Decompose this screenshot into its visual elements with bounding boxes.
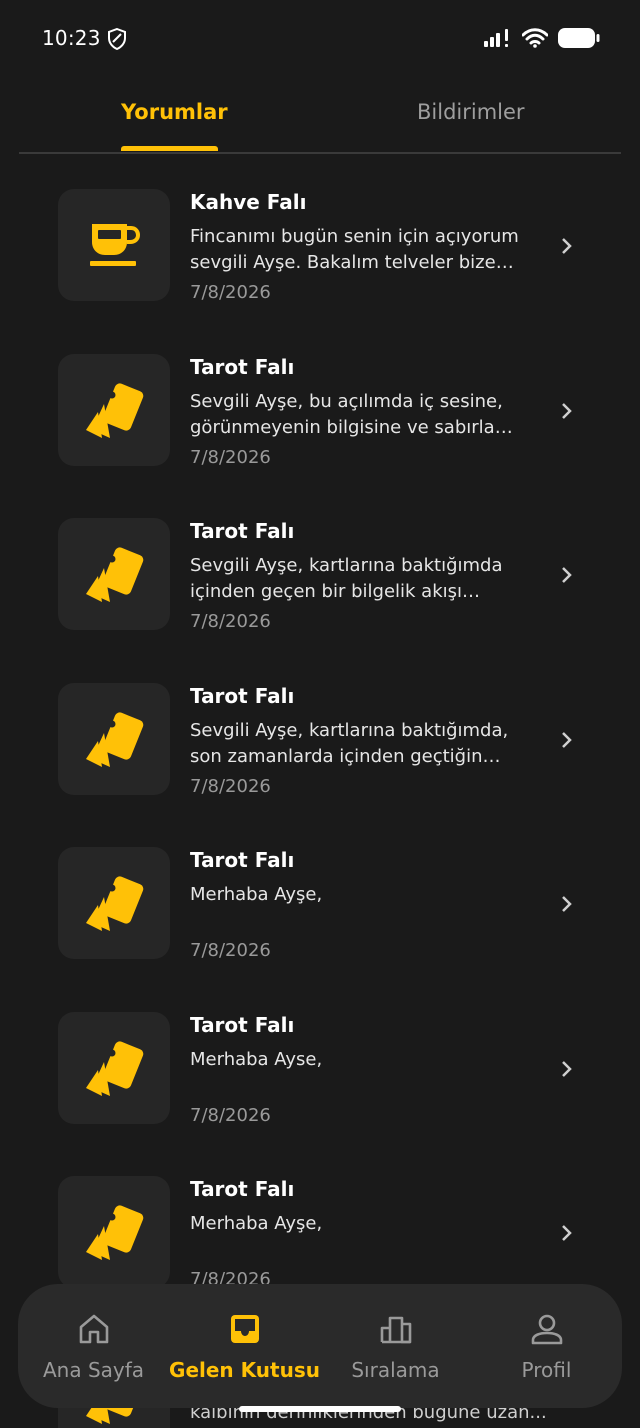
- item-title: Tarot Falı: [190, 519, 295, 543]
- nav-profil[interactable]: Profil: [471, 1284, 622, 1408]
- chevron-right-icon: [562, 403, 572, 419]
- chevron-right-icon: [562, 1061, 572, 1077]
- list-item[interactable]: Tarot Falı Merhaba Ayşe, 7/8/2026: [0, 810, 640, 974]
- wifi-icon: [522, 28, 548, 48]
- item-date: 7/8/2026: [190, 282, 271, 303]
- item-title: Kahve Falı: [190, 190, 307, 214]
- item-preview: Fincanımı bugün senin için açıyorum sevg…: [190, 226, 519, 273]
- item-thumbnail: [58, 1176, 170, 1288]
- item-title: Tarot Falı: [190, 684, 295, 708]
- tarot-cards-icon: [86, 547, 144, 602]
- home-icon: [79, 1314, 108, 1344]
- nav-label: Profil: [521, 1358, 572, 1382]
- item-date: 7/8/2026: [190, 447, 271, 468]
- coffee-cup-icon: [90, 224, 141, 266]
- list-item[interactable]: Tarot Falı Sevgili Ayşe, kartlarına bakt…: [0, 646, 640, 810]
- nav-label: Gelen Kutusu: [169, 1358, 320, 1382]
- nav-label: Ana Sayfa: [42, 1358, 145, 1382]
- list-item[interactable]: Tarot Falı Sevgili Ayşe, bu açılımda iç …: [0, 317, 640, 481]
- nav-label: Sıralama: [351, 1358, 440, 1382]
- item-thumbnail: [58, 1012, 170, 1124]
- bottom-navigation: Ana Sayfa Gelen Kutusu Sıralama Profil: [18, 1284, 622, 1408]
- list-item[interactable]: Kahve Falı Fincanımı bugün senin için aç…: [0, 152, 640, 316]
- home-indicator[interactable]: [239, 1406, 401, 1412]
- status-bar: 10:23: [0, 0, 640, 78]
- item-thumbnail: [58, 518, 170, 630]
- item-preview: Merhaba Ayşe,: [190, 1213, 323, 1234]
- item-thumbnail: [58, 847, 170, 959]
- signal-icon: [484, 29, 508, 47]
- tarot-cards-icon: [86, 712, 144, 767]
- item-date: 7/8/2026: [190, 611, 271, 632]
- item-date: 7/8/2026: [190, 776, 271, 797]
- tab-yorumlar[interactable]: Yorumlar: [121, 100, 228, 124]
- list-item[interactable]: Tarot Falı Merhaba Ayşe, 7/8/2026: [0, 1139, 640, 1303]
- item-date: 7/8/2026: [190, 1105, 271, 1126]
- status-time: 10:23: [42, 26, 101, 50]
- list-item[interactable]: Tarot Falı Sevgili Ayşe, kartlarına bakt…: [0, 481, 640, 645]
- nav-gelen-kutusu[interactable]: Gelen Kutusu: [169, 1284, 320, 1408]
- item-title: Tarot Falı: [190, 355, 295, 379]
- tarot-cards-icon: [86, 1205, 144, 1260]
- chevron-right-icon: [562, 1225, 572, 1241]
- chevron-right-icon: [562, 732, 572, 748]
- chevron-right-icon: [562, 238, 572, 254]
- item-title: Tarot Falı: [190, 848, 295, 872]
- item-title: Tarot Falı: [190, 1177, 295, 1201]
- tab-bar: Yorumlar Bildirimler: [19, 88, 621, 154]
- list-item[interactable]: Tarot Falı Merhaba Ayse, 7/8/2026: [0, 975, 640, 1139]
- leaderboard-icon: [380, 1316, 411, 1344]
- item-thumbnail: [58, 683, 170, 795]
- readings-list: Kahve Falı Fincanımı bugün senin için aç…: [0, 152, 640, 1428]
- battery-icon: [558, 28, 600, 48]
- tab-bildirimler[interactable]: Bildirimler: [417, 100, 525, 124]
- tarot-cards-icon: [86, 383, 144, 438]
- item-date: 7/8/2026: [190, 940, 271, 961]
- chevron-right-icon: [562, 896, 572, 912]
- inbox-icon: [230, 1315, 259, 1343]
- nav-ana-sayfa[interactable]: Ana Sayfa: [18, 1284, 169, 1408]
- item-thumbnail: [58, 354, 170, 466]
- item-title: Tarot Falı: [190, 1013, 295, 1037]
- item-preview: Sevgili Ayşe, kartlarına baktığımda için…: [190, 555, 503, 602]
- item-thumbnail: [58, 189, 170, 301]
- item-preview: Merhaba Ayse,: [190, 1049, 323, 1070]
- item-preview: Merhaba Ayşe,: [190, 884, 323, 905]
- tarot-cards-icon: [86, 1041, 144, 1096]
- person-icon: [531, 1314, 562, 1345]
- item-preview: Sevgili Ayşe, bu açılımda iç sesine, gör…: [190, 391, 503, 438]
- tab-active-indicator: [121, 146, 218, 151]
- nav-siralama[interactable]: Sıralama: [320, 1284, 471, 1408]
- chevron-right-icon: [562, 567, 572, 583]
- tarot-cards-icon: [86, 876, 144, 931]
- item-preview: Sevgili Ayşe, kartlarına baktığımda, son…: [190, 720, 509, 767]
- shield-icon: [108, 28, 126, 50]
